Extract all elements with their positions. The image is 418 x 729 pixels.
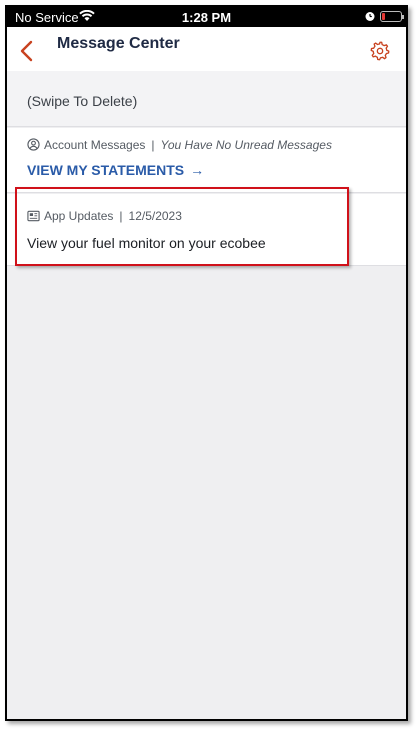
app-update-category: App Updates	[44, 209, 114, 223]
battery-icon	[380, 11, 404, 22]
view-statements-label: VIEW MY STATEMENTS	[27, 162, 185, 178]
app-update-date: 12/5/2023	[128, 209, 182, 223]
account-messages-category: Account Messages	[44, 138, 146, 152]
meta-separator: |	[151, 138, 155, 152]
gear-icon[interactable]	[370, 41, 390, 61]
phone-frame: No Service 1:28 PM Message Center (Swipe…	[5, 5, 408, 721]
account-messages-row[interactable]: Account Messages | You Have No Unread Mess…	[7, 128, 406, 193]
arrow-right-icon: →	[190, 162, 205, 178]
swipe-hint-label: (Swipe To Delete)	[27, 93, 138, 109]
alarm-icon	[365, 12, 375, 21]
app-update-message-row[interactable]: App Updates | 12/5/2023 View your fuel mon…	[7, 194, 406, 266]
view-statements-link[interactable]: VIEW MY STATEMENTS →	[27, 162, 204, 178]
clock: 1:28 PM	[181, 10, 232, 25]
account-messages-status: You Have No Unread Messages	[160, 138, 332, 152]
app-update-message-text: View your fuel monitor on your ecobee	[27, 235, 266, 251]
page-title: Message Center	[57, 35, 180, 52]
meta-separator: |	[119, 209, 123, 223]
newspaper-icon	[27, 210, 40, 222]
account-messages-meta: Account Messages | You Have No Unread Mess…	[27, 138, 332, 152]
app-update-meta: App Updates | 12/5/2023	[27, 209, 182, 223]
status-bar: No Service 1:28 PM	[7, 7, 406, 27]
back-chevron-icon[interactable]	[17, 39, 37, 63]
nav-bar: Message Center	[7, 27, 406, 71]
swipe-hint-row: (Swipe To Delete)	[7, 71, 406, 127]
user-circle-icon	[27, 138, 40, 151]
